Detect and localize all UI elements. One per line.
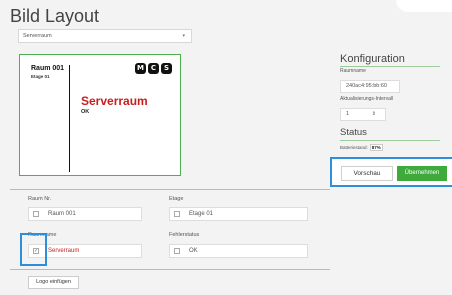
badge-s: S	[161, 63, 172, 74]
layout-preview: Raum 001 Etage 01 M C S Serverraum OK	[19, 54, 181, 176]
config-title-line	[340, 66, 440, 67]
section-divider	[10, 189, 330, 190]
caret-down-icon: ▾	[182, 33, 185, 39]
preview-room-number: Raum 001	[31, 65, 65, 72]
floor-label: Etage	[169, 196, 184, 202]
badge-c: C	[148, 63, 159, 74]
room-no-field[interactable]: Raum 001	[28, 207, 142, 221]
room-no-value: Raum 001	[48, 211, 76, 217]
battery-row: Batteriestand: 87%	[340, 144, 383, 151]
error-value: OK	[189, 248, 198, 254]
floor-field[interactable]: Etage 01	[169, 207, 308, 221]
battery-value: 87%	[369, 144, 383, 151]
apply-button[interactable]: Übernehmen	[397, 166, 447, 181]
window-corner	[396, 0, 452, 12]
config-interval-label: Aktualisierungs-Intervall	[340, 96, 394, 102]
room-no-label: Raum Nr.	[28, 196, 52, 202]
preview-button[interactable]: Vorschau	[341, 166, 393, 181]
status-title-line	[340, 140, 440, 141]
preview-divider	[69, 65, 70, 172]
preview-badges: M C S	[135, 63, 172, 74]
field-checkbox-icon[interactable]	[174, 211, 180, 217]
config-room-name-input[interactable]: 240ac4:95:bb:60	[340, 80, 400, 93]
config-room-name-label: Raumname	[340, 68, 366, 74]
field-checkbox-icon[interactable]	[174, 248, 180, 254]
config-interval-value: 1	[346, 111, 350, 117]
layout-select-value: Serverraum	[23, 33, 52, 39]
config-room-name-value: 240ac4:95:bb:60	[346, 83, 387, 89]
section-divider-bottom	[10, 269, 330, 270]
floor-value: Etage 01	[189, 211, 214, 217]
badge-m: M	[135, 63, 146, 74]
field-checkbox-icon[interactable]	[33, 211, 39, 217]
preview-room-name: Serverraum	[81, 94, 148, 108]
room-name-value: Serverraum	[48, 248, 80, 254]
status-title: Status	[340, 127, 367, 138]
error-field[interactable]: OK	[169, 244, 308, 258]
error-label: Fehlerstatus	[169, 232, 200, 238]
preview-floor: Etage 01	[31, 74, 50, 79]
config-interval-select[interactable]: 1 ⇕	[340, 108, 386, 121]
battery-label: Batteriestand:	[340, 145, 368, 150]
preview-status: OK	[81, 109, 90, 115]
page-title: Bild Layout	[10, 6, 100, 26]
layout-select[interactable]: Serverraum ▾	[18, 29, 192, 43]
checkbox-highlight	[20, 233, 47, 266]
config-title: Konfiguration	[340, 53, 405, 65]
updown-icon: ⇕	[371, 111, 376, 117]
insert-logo-button[interactable]: Logo einfügen	[28, 276, 79, 289]
